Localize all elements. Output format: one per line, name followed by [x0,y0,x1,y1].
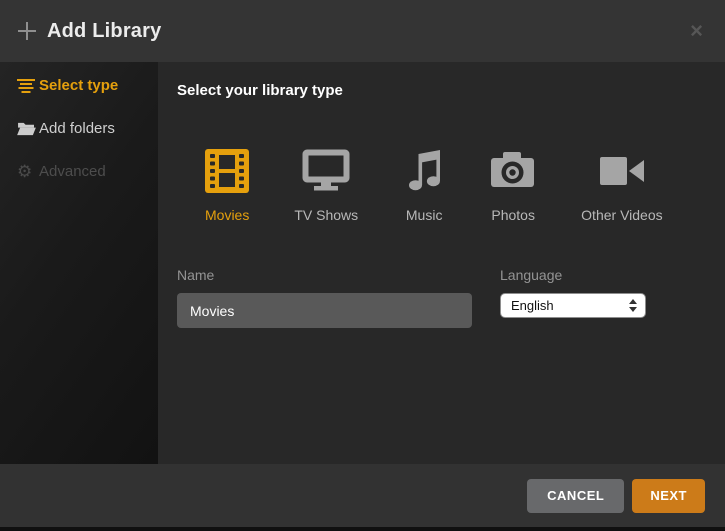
language-field-group: Language English [500,267,646,318]
sidebar-item-label: Advanced [39,163,106,180]
dialog-header: Add Library × [0,0,725,62]
sidebar-item-label: Add folders [39,120,115,137]
next-button[interactable]: NEXT [632,479,705,513]
library-type-label: Movies [205,207,249,223]
name-field-group: Name [177,267,472,328]
list-lines-icon [17,79,39,93]
library-type-label: TV Shows [294,207,358,223]
dialog-title: Add Library [47,20,161,43]
sidebar-item-select-type[interactable]: Select type [0,64,158,107]
cancel-button[interactable]: CANCEL [527,479,624,513]
library-type-music[interactable]: Music [403,147,445,223]
sidebar-item-label: Select type [39,77,118,94]
library-details-form: Name Language English [177,267,646,328]
language-select[interactable]: English [500,293,646,318]
camera-icon [490,147,536,195]
select-arrows-icon [629,299,637,312]
add-library-dialog: Add Library × Select type [0,0,725,527]
gear-icon: ⚙ [17,163,39,180]
dialog-body: Select type Add folders ⚙ Advanced [0,62,725,464]
wizard-steps-sidebar: Select type Add folders ⚙ Advanced [0,62,158,464]
language-select-value: English [511,298,629,313]
library-type-label: Photos [491,207,535,223]
library-type-other-videos[interactable]: Other Videos [581,147,662,223]
music-note-icon [403,147,445,195]
folder-icon [17,121,39,136]
library-type-label: Other Videos [581,207,662,223]
video-camera-icon [598,147,646,195]
select-type-panel: Select your library type [158,62,725,464]
name-field-label: Name [177,267,472,283]
tv-icon [302,147,350,195]
library-type-tv-shows[interactable]: TV Shows [294,147,358,223]
library-type-photos[interactable]: Photos [490,147,536,223]
sidebar-item-advanced[interactable]: ⚙ Advanced [0,150,158,193]
library-type-row: Movies TV Shows [205,147,663,223]
library-type-label: Music [406,207,443,223]
plus-icon [18,22,36,40]
library-type-movies[interactable]: Movies [205,147,249,223]
close-icon[interactable]: × [686,18,707,44]
dialog-footer: CANCEL NEXT [0,464,725,527]
library-name-input[interactable] [177,293,472,328]
language-field-label: Language [500,267,646,283]
sidebar-item-add-folders[interactable]: Add folders [0,107,158,150]
film-icon [205,147,249,195]
panel-heading: Select your library type [177,82,343,99]
